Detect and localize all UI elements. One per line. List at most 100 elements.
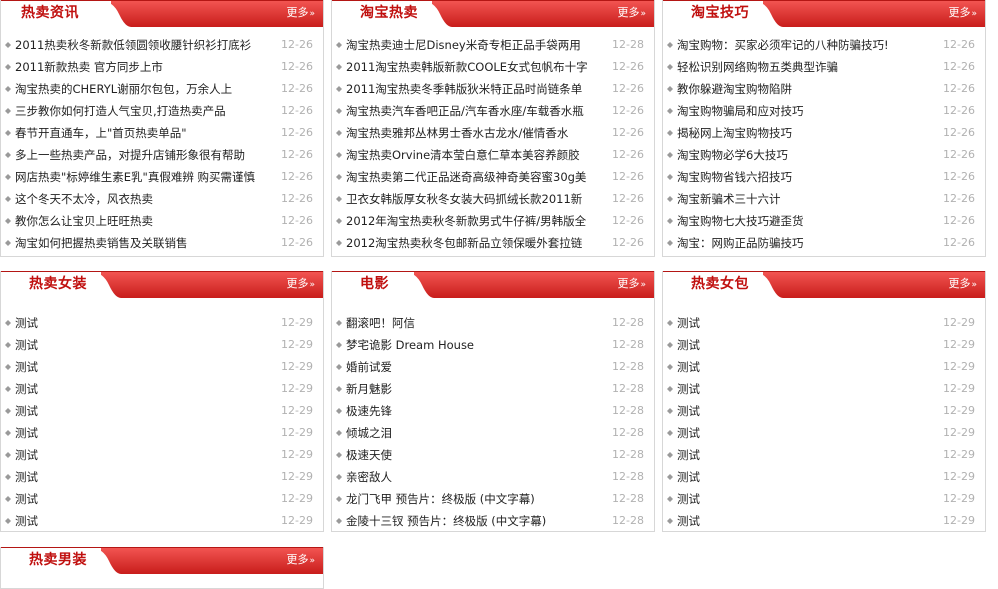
list-item[interactable]: 梦宅诡影 Dream House 12-28 <box>332 334 654 356</box>
more-link[interactable]: 更多» <box>286 272 315 296</box>
item-title[interactable]: 2012淘宝热卖秋冬包邮新品立领保暖外套拉链 <box>346 232 596 254</box>
list-item[interactable]: 倾城之泪 12-28 <box>332 422 654 444</box>
item-title[interactable]: 测试 <box>15 356 265 378</box>
item-title[interactable]: 测试 <box>15 510 265 532</box>
item-title[interactable]: 倾城之泪 <box>346 422 596 444</box>
list-item[interactable]: 新月魅影 12-28 <box>332 378 654 400</box>
list-item[interactable]: 极速天使 12-28 <box>332 444 654 466</box>
item-title[interactable]: 婚前试爱 <box>346 356 596 378</box>
list-item[interactable]: 淘宝热卖第二代正品迷奇高级神奇美容蜜30g美 12-26 <box>332 166 654 188</box>
item-title[interactable]: 卫衣女韩版厚女秋冬女装大码抓绒长款2011新 <box>346 188 596 210</box>
item-title[interactable]: 淘宝购物骗局和应对技巧 <box>677 100 927 122</box>
list-item[interactable]: 测试 12-29 <box>1 356 323 378</box>
list-item[interactable]: 淘宝新骗术三十六计 12-26 <box>663 188 985 210</box>
item-title[interactable]: 淘宝购物必学6大技巧 <box>677 144 927 166</box>
list-item[interactable]: 淘宝如何把握热卖销售及关联销售 12-26 <box>1 232 323 254</box>
item-title[interactable]: 淘宝热卖迪士尼Disney米奇专柜正品手袋两用 <box>346 34 596 56</box>
list-item[interactable]: 测试 12-29 <box>1 444 323 466</box>
item-title[interactable]: 三步教你如何打造人气宝贝,打造热卖产品 <box>15 100 265 122</box>
list-item[interactable]: 测试 12-29 <box>1 378 323 400</box>
item-title[interactable]: 测试 <box>15 444 265 466</box>
list-item[interactable]: 2012年淘宝热卖秋冬新款男式牛仔裤/男韩版全 12-26 <box>332 210 654 232</box>
item-title[interactable]: 新月魅影 <box>346 378 596 400</box>
list-item[interactable]: 淘宝购物骗局和应对技巧 12-26 <box>663 100 985 122</box>
item-title[interactable]: 测试 <box>677 510 927 532</box>
item-title[interactable]: 轻松识别网络购物五类典型诈骗 <box>677 56 927 78</box>
item-title[interactable]: 多上一些热卖产品，对提升店铺形象很有帮助 <box>15 144 265 166</box>
list-item[interactable]: 测试 12-29 <box>663 466 985 488</box>
item-title[interactable]: 翻滚吧！阿信 <box>346 312 596 334</box>
list-item[interactable]: 测试 12-29 <box>1 312 323 334</box>
item-title[interactable]: 淘宝热卖第二代正品迷奇高级神奇美容蜜30g美 <box>346 166 596 188</box>
item-title[interactable]: 测试 <box>15 334 265 356</box>
list-item[interactable]: 2011新款热卖 官方同步上市 12-26 <box>1 56 323 78</box>
list-item[interactable]: 淘宝购物必学6大技巧 12-26 <box>663 144 985 166</box>
item-title[interactable]: 2011淘宝热卖冬季韩版狄米特正品时尚链条单 <box>346 78 596 100</box>
item-title[interactable]: 淘宝购物：买家必须牢记的八种防骗技巧! <box>677 34 927 56</box>
list-item[interactable]: 卫衣女韩版厚女秋冬女装大码抓绒长款2011新 12-26 <box>332 188 654 210</box>
list-item[interactable]: 网店热卖"标婷维生素E乳"真假难辨 购买需谨慎 12-26 <box>1 166 323 188</box>
item-title[interactable]: 2011新款热卖 官方同步上市 <box>15 56 265 78</box>
list-item[interactable]: 三步教你如何打造人气宝贝,打造热卖产品 12-26 <box>1 100 323 122</box>
list-item[interactable]: 测试 12-29 <box>1 422 323 444</box>
list-item[interactable]: 测试 12-29 <box>663 422 985 444</box>
item-title[interactable]: 测试 <box>15 312 265 334</box>
item-title[interactable]: 测试 <box>677 444 927 466</box>
item-title[interactable]: 淘宝热卖汽车香吧正品/汽车香水座/车载香水瓶 <box>346 100 596 122</box>
item-title[interactable]: 揭秘网上淘宝购物技巧 <box>677 122 927 144</box>
item-title[interactable]: 春节开直通车，上"首页热卖单品" <box>15 122 265 144</box>
list-item[interactable]: 轻松识别网络购物五类典型诈骗 12-26 <box>663 56 985 78</box>
item-title[interactable]: 测试 <box>677 488 927 510</box>
list-item[interactable]: 测试 12-29 <box>663 400 985 422</box>
item-title[interactable]: 极速先锋 <box>346 400 596 422</box>
item-title[interactable]: 网店热卖"标婷维生素E乳"真假难辨 购买需谨慎 <box>15 166 265 188</box>
list-item[interactable]: 2011淘宝热卖冬季韩版狄米特正品时尚链条单 12-26 <box>332 78 654 100</box>
list-item[interactable]: 淘宝热卖Orvine清本莹白意仁草本美容养颜胶 12-26 <box>332 144 654 166</box>
list-item[interactable]: 淘宝热卖汽车香吧正品/汽车香水座/车载香水瓶 12-26 <box>332 100 654 122</box>
more-link[interactable]: 更多» <box>948 1 977 25</box>
item-title[interactable]: 测试 <box>677 334 927 356</box>
list-item[interactable]: 测试 12-29 <box>663 378 985 400</box>
item-title[interactable]: 这个冬天不太冷，风衣热卖 <box>15 188 265 210</box>
item-title[interactable]: 龙门飞甲 预告片：终极版 (中文字幕) <box>346 488 596 510</box>
item-title[interactable]: 教你怎么让宝贝上旺旺热卖 <box>15 210 265 232</box>
list-item[interactable]: 淘宝购物：买家必须牢记的八种防骗技巧! 12-26 <box>663 34 985 56</box>
more-link[interactable]: 更多» <box>617 1 646 25</box>
list-item[interactable]: 翻滚吧！阿信 12-28 <box>332 312 654 334</box>
more-link[interactable]: 更多» <box>286 1 315 25</box>
list-item[interactable]: 测试 12-29 <box>1 510 323 532</box>
list-item[interactable]: 测试 12-29 <box>663 510 985 532</box>
item-title[interactable]: 测试 <box>677 356 927 378</box>
item-title[interactable]: 测试 <box>677 422 927 444</box>
item-title[interactable]: 测试 <box>677 312 927 334</box>
item-title[interactable]: 测试 <box>677 466 927 488</box>
list-item[interactable]: 测试 12-29 <box>1 400 323 422</box>
list-item[interactable]: 这个冬天不太冷，风衣热卖 12-26 <box>1 188 323 210</box>
item-title[interactable]: 淘宝热卖Orvine清本莹白意仁草本美容养颜胶 <box>346 144 596 166</box>
list-item[interactable]: 淘宝：网购正品防骗技巧 12-26 <box>663 232 985 254</box>
list-item[interactable]: 测试 12-29 <box>1 466 323 488</box>
item-title[interactable]: 测试 <box>677 378 927 400</box>
item-title[interactable]: 淘宝热卖雅邦丛林男士香水古龙水/催情香水 <box>346 122 596 144</box>
list-item[interactable]: 2011热卖秋冬新款低领圆领收腰针织衫打底衫 12-26 <box>1 34 323 56</box>
item-title[interactable]: 淘宝购物七大技巧避歪货 <box>677 210 927 232</box>
item-title[interactable]: 测试 <box>677 400 927 422</box>
item-title[interactable]: 淘宝如何把握热卖销售及关联销售 <box>15 232 265 254</box>
more-link[interactable]: 更多» <box>286 548 315 572</box>
item-title[interactable]: 金陵十三钗 预告片：终极版 (中文字幕) <box>346 510 596 532</box>
list-item[interactable]: 测试 12-29 <box>663 488 985 510</box>
item-title[interactable]: 测试 <box>15 466 265 488</box>
list-item[interactable]: 淘宝热卖雅邦丛林男士香水古龙水/催情香水 12-26 <box>332 122 654 144</box>
list-item[interactable]: 2011淘宝热卖韩版新款COOLE女式包帆布十字 12-26 <box>332 56 654 78</box>
item-title[interactable]: 测试 <box>15 422 265 444</box>
item-title[interactable]: 测试 <box>15 400 265 422</box>
list-item[interactable]: 测试 12-29 <box>663 356 985 378</box>
list-item[interactable]: 龙门飞甲 预告片：终极版 (中文字幕) 12-28 <box>332 488 654 510</box>
list-item[interactable]: 亲密敌人 12-28 <box>332 466 654 488</box>
list-item[interactable]: 教你躲避淘宝购物陷阱 12-26 <box>663 78 985 100</box>
list-item[interactable]: 测试 12-29 <box>663 444 985 466</box>
list-item[interactable]: 淘宝热卖迪士尼Disney米奇专柜正品手袋两用 12-28 <box>332 34 654 56</box>
list-item[interactable]: 2012淘宝热卖秋冬包邮新品立领保暖外套拉链 12-26 <box>332 232 654 254</box>
item-title[interactable]: 梦宅诡影 Dream House <box>346 334 596 356</box>
more-link[interactable]: 更多» <box>948 272 977 296</box>
